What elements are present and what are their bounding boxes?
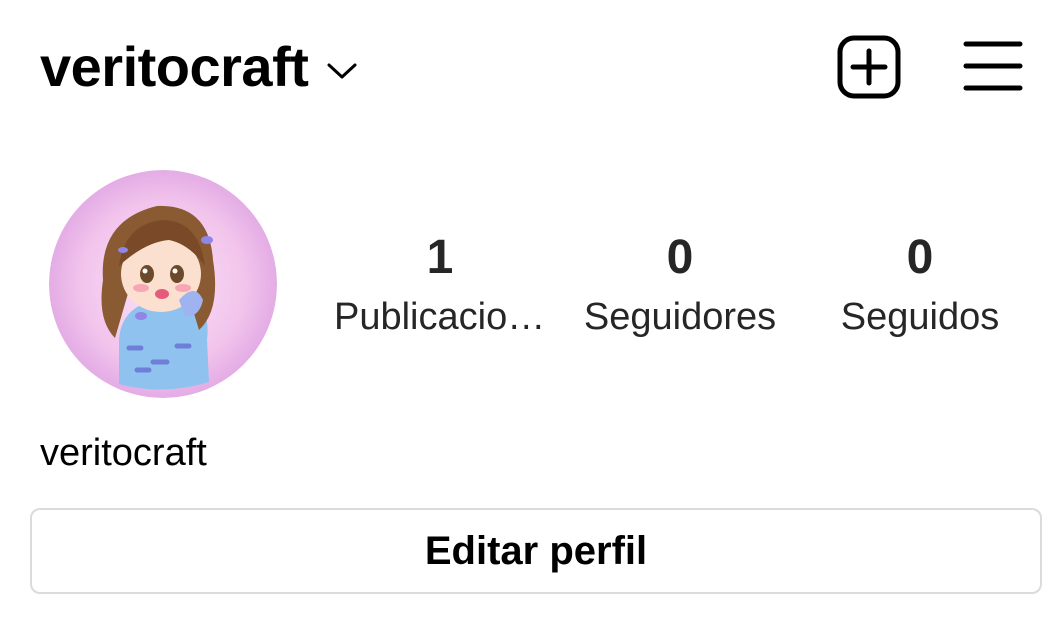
header-username: veritocraft <box>40 34 309 98</box>
edit-profile-button[interactable]: Editar perfil <box>30 508 1042 594</box>
followers-count[interactable]: 0 Seguidores <box>560 226 800 344</box>
posts-count-value: 1 <box>426 231 454 284</box>
account-switcher[interactable]: veritocraft <box>40 28 358 104</box>
following-count-label: Seguidos <box>840 296 1000 338</box>
menu-button[interactable] <box>962 38 1024 94</box>
posts-count[interactable]: 1 Publicacio… <box>320 226 560 344</box>
followers-count-value: 0 <box>666 231 694 284</box>
following-count-value: 0 <box>906 231 934 284</box>
avatar[interactable] <box>49 170 277 398</box>
hamburger-menu-icon <box>963 41 1023 91</box>
profile-avatar-illustration <box>49 170 277 398</box>
following-count[interactable]: 0 Seguidos <box>800 226 1040 344</box>
plus-square-icon <box>837 35 901 99</box>
profile-screen: veritocraft 1 Publicacio… 0 Seguidores 0… <box>0 0 1056 634</box>
new-post-button[interactable] <box>836 34 902 100</box>
posts-count-label: Publicacio… <box>334 296 546 338</box>
profile-display-name: veritocraft <box>40 432 207 474</box>
chevron-down-icon <box>327 63 357 79</box>
followers-count-label: Seguidores <box>583 296 777 338</box>
